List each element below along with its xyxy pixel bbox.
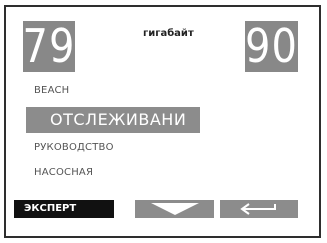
chevron-down-icon — [150, 203, 199, 215]
left-value-display: 79 — [23, 21, 75, 72]
menu-item-manual[interactable]: РУКОВОДСТВО — [34, 142, 114, 153]
expert-button[interactable]: ЭКСПЕРТ — [14, 200, 114, 218]
back-button[interactable] — [220, 200, 298, 218]
right-value: 90 — [245, 20, 298, 73]
menu-item-tracking-label: ОТСЛЕЖИВАНИ — [50, 110, 187, 129]
menu-item-tracking-selected[interactable]: ОТСЛЕЖИВАНИ — [26, 107, 200, 133]
left-value: 79 — [22, 20, 76, 73]
down-button[interactable] — [135, 200, 214, 218]
menu-item-pump[interactable]: НАСОСНАЯ — [34, 167, 93, 178]
unit-label: гигабайт — [143, 28, 194, 39]
right-value-display: 90 — [245, 21, 298, 72]
menu-item-beach[interactable]: BEACH — [34, 85, 69, 96]
return-arrow-icon — [240, 203, 276, 215]
